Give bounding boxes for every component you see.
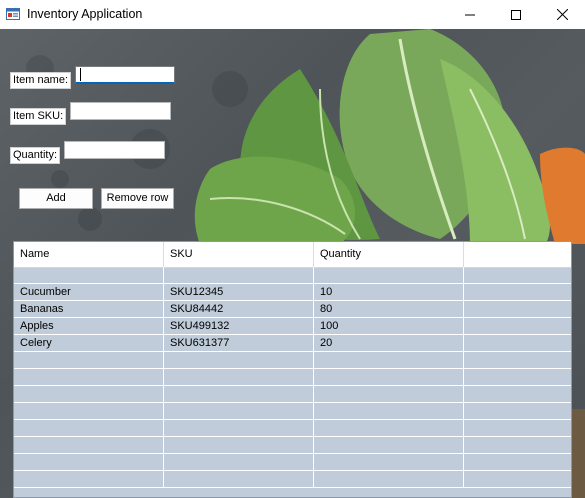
cell-sku[interactable]: SKU84442	[164, 301, 314, 318]
cell-quantity[interactable]	[314, 420, 464, 437]
cell-name[interactable]: Apples	[14, 318, 164, 335]
cell-name[interactable]	[14, 386, 164, 403]
cell-name[interactable]: Celery	[14, 335, 164, 352]
table-row[interactable]	[14, 454, 571, 471]
cell-filler[interactable]	[464, 386, 571, 403]
table-row[interactable]	[14, 352, 571, 369]
cell-quantity[interactable]	[314, 454, 464, 471]
table-row[interactable]	[14, 437, 571, 454]
text-caret	[80, 68, 81, 81]
cell-quantity[interactable]	[314, 386, 464, 403]
cell-filler[interactable]	[464, 318, 571, 335]
cell-sku[interactable]	[164, 420, 314, 437]
item-name-label: Item name:	[10, 72, 72, 89]
cell-name[interactable]	[14, 267, 164, 284]
form-client-area: Item name: Item SKU: Quantity: Add Remov…	[0, 29, 585, 498]
cell-filler[interactable]	[464, 335, 571, 352]
item-name-input[interactable]	[75, 66, 175, 84]
cell-filler[interactable]	[464, 454, 571, 471]
cell-filler[interactable]	[464, 437, 571, 454]
column-header-name[interactable]: Name	[14, 242, 164, 267]
window-title: Inventory Application	[27, 7, 143, 21]
cell-quantity[interactable]	[314, 369, 464, 386]
inventory-grid[interactable]: Name SKU Quantity Cucumber SKU12345 10 Bana…	[13, 241, 572, 498]
cell-filler[interactable]	[464, 352, 571, 369]
maximize-icon	[511, 9, 521, 20]
item-sku-input[interactable]	[70, 102, 171, 120]
cell-filler[interactable]	[464, 403, 571, 420]
cell-name[interactable]	[14, 454, 164, 471]
cell-name[interactable]	[14, 471, 164, 488]
cell-quantity[interactable]: 10	[314, 284, 464, 301]
grid-header-row: Name SKU Quantity	[14, 242, 571, 268]
table-row[interactable]	[14, 471, 571, 488]
item-sku-label: Item SKU:	[10, 108, 67, 125]
quantity-label: Quantity:	[10, 147, 61, 164]
close-button[interactable]	[539, 0, 585, 29]
table-row[interactable]: Cucumber SKU12345 10	[14, 284, 571, 301]
title-bar[interactable]: Inventory Application	[0, 0, 585, 29]
cell-quantity[interactable]	[314, 403, 464, 420]
cell-quantity[interactable]	[314, 471, 464, 488]
cell-filler[interactable]	[464, 284, 571, 301]
cell-sku[interactable]	[164, 386, 314, 403]
cell-quantity[interactable]	[314, 352, 464, 369]
column-header-quantity[interactable]: Quantity	[314, 242, 464, 267]
add-button[interactable]: Add	[19, 188, 93, 209]
maximize-button[interactable]	[493, 0, 539, 29]
cell-sku[interactable]: SKU631377	[164, 335, 314, 352]
cell-name[interactable]	[14, 403, 164, 420]
cell-sku[interactable]	[164, 403, 314, 420]
minimize-icon	[465, 14, 475, 15]
column-header-sku[interactable]: SKU	[164, 242, 314, 267]
cell-sku[interactable]: SKU499132	[164, 318, 314, 335]
cell-name[interactable]: Cucumber	[14, 284, 164, 301]
cell-filler[interactable]	[464, 301, 571, 318]
table-row[interactable]: Bananas SKU84442 80	[14, 301, 571, 318]
table-row[interactable]	[14, 420, 571, 437]
cell-quantity[interactable]	[314, 437, 464, 454]
cell-sku[interactable]: SKU12345	[164, 284, 314, 301]
cell-quantity[interactable]	[314, 267, 464, 284]
quantity-input[interactable]	[64, 141, 165, 159]
cell-filler[interactable]	[464, 471, 571, 488]
table-row[interactable]: Apples SKU499132 100	[14, 318, 571, 335]
close-icon	[556, 9, 568, 20]
cell-sku[interactable]	[164, 471, 314, 488]
cell-name[interactable]	[14, 369, 164, 386]
cell-sku[interactable]	[164, 437, 314, 454]
cell-name[interactable]	[14, 352, 164, 369]
cell-name[interactable]	[14, 420, 164, 437]
table-row[interactable]	[14, 386, 571, 403]
cell-quantity[interactable]: 100	[314, 318, 464, 335]
cell-sku[interactable]	[164, 369, 314, 386]
cell-filler[interactable]	[464, 267, 571, 284]
cell-name[interactable]: Bananas	[14, 301, 164, 318]
app-form-icon	[6, 7, 20, 21]
table-row[interactable]	[14, 369, 571, 386]
cell-quantity[interactable]: 80	[314, 301, 464, 318]
cell-quantity[interactable]: 20	[314, 335, 464, 352]
column-header-filler	[464, 242, 571, 267]
remove-row-button[interactable]: Remove row	[101, 188, 174, 209]
cell-filler[interactable]	[464, 369, 571, 386]
table-row[interactable]	[14, 403, 571, 420]
cell-sku[interactable]	[164, 454, 314, 471]
table-row[interactable]: Celery SKU631377 20	[14, 335, 571, 352]
table-row[interactable]	[14, 267, 571, 284]
cell-sku[interactable]	[164, 267, 314, 284]
minimize-button[interactable]	[447, 0, 493, 29]
cell-sku[interactable]	[164, 352, 314, 369]
cell-filler[interactable]	[464, 420, 571, 437]
cell-name[interactable]	[14, 437, 164, 454]
